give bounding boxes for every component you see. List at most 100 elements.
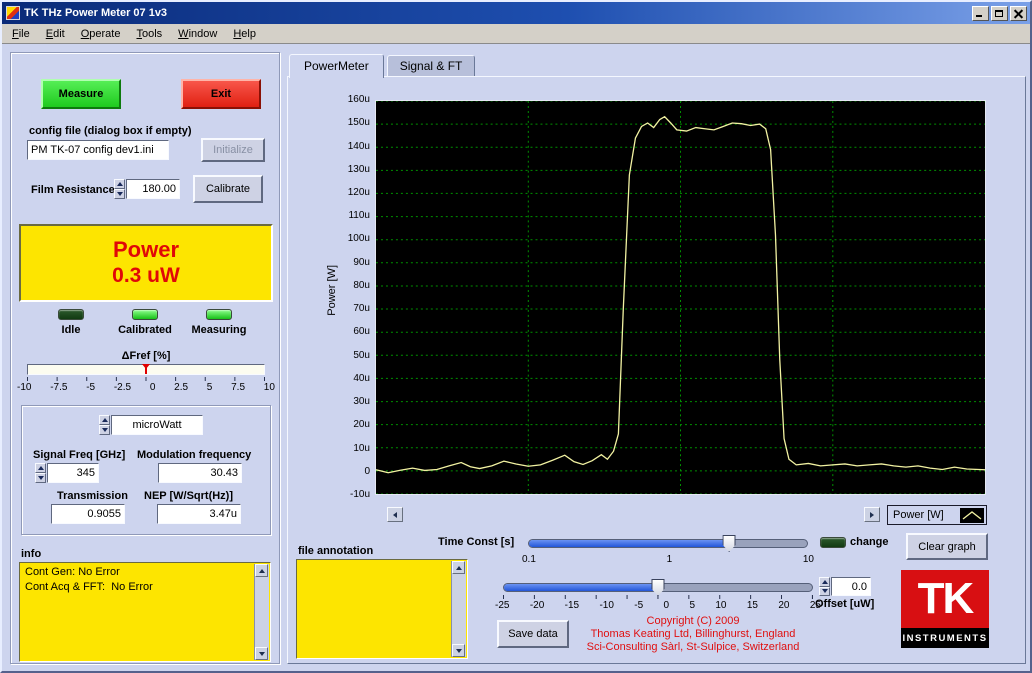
app-icon: [6, 6, 20, 20]
menu-item-edit[interactable]: Edit: [38, 25, 73, 43]
idle-led: [58, 309, 84, 320]
signal-freq-input[interactable]: [47, 463, 99, 483]
led-label-measuring: Measuring: [179, 324, 259, 336]
minimize-button-icon[interactable]: [972, 6, 989, 21]
file-annotation-label: file annotation: [298, 545, 373, 557]
change-led: [820, 537, 846, 548]
plot-legend[interactable]: Power [W]: [887, 505, 987, 525]
exit-button[interactable]: Exit: [181, 79, 261, 109]
powermeter-tab-page: Power [W] 160u150u140u130u120u110u100u90…: [287, 76, 1026, 664]
copyright: Copyright (C) 2009Thomas Keating Ltd, Bi…: [543, 615, 843, 654]
y-axis-ticks: 160u150u140u130u120u110u100u90u80u70u60u…: [334, 100, 370, 495]
calibrate-button[interactable]: Calibrate: [193, 175, 263, 203]
measuring-led: [206, 309, 232, 320]
time-const-fill: [529, 540, 729, 547]
close-button-icon[interactable]: [1010, 6, 1027, 21]
menu-item-tools[interactable]: Tools: [128, 25, 170, 43]
menu-item-operate[interactable]: Operate: [73, 25, 129, 43]
info-label: info: [21, 548, 41, 560]
led-unit-calibrated: Calibrated: [105, 309, 185, 336]
waveform-chart[interactable]: [375, 100, 986, 495]
modulation-freq-label: Modulation frequency: [137, 449, 251, 461]
measure-button[interactable]: Measure: [41, 79, 121, 109]
menu-bar: FileEditOperateToolsWindowHelp: [2, 24, 1030, 44]
offset-slider[interactable]: [503, 583, 813, 592]
spin-down-icon[interactable]: [35, 473, 46, 483]
spin-down-icon[interactable]: [114, 189, 125, 199]
tk-instruments-logo: TK INSTRUMENTS: [901, 570, 989, 648]
power-display-title: Power: [113, 237, 179, 263]
plot-svg: [376, 101, 985, 494]
fref-pointer[interactable]: [145, 365, 147, 374]
film-resistance-spinner[interactable]: [114, 179, 125, 199]
tk-logo-wordmark: INSTRUMENTS: [901, 628, 989, 648]
spin-up-icon[interactable]: [819, 577, 830, 587]
signal-freq-spinner[interactable]: [35, 463, 46, 483]
info-text-area[interactable]: Cont Gen: No ErrorCont Acq & FFT: No Err…: [19, 562, 271, 662]
led-label-calibrated: Calibrated: [105, 324, 185, 336]
config-file-label: config file (dialog box if empty): [29, 125, 192, 137]
offset-fill: [504, 584, 658, 591]
tab-signal-ft[interactable]: Signal & FT: [387, 55, 476, 77]
x-scroll-left-icon[interactable]: [387, 507, 403, 522]
scroll-up-icon[interactable]: [255, 564, 268, 577]
clear-graph-button[interactable]: Clear graph: [906, 533, 988, 560]
spin-down-icon[interactable]: [819, 587, 830, 597]
menu-item-file[interactable]: File: [4, 25, 38, 43]
info-scrollbar[interactable]: [254, 564, 269, 660]
scroll-up-icon[interactable]: [452, 561, 465, 574]
title-bar[interactable]: TK THz Power Meter 07 1v3: [2, 2, 1030, 24]
unit-selector-spinner[interactable]: [99, 415, 110, 435]
led-label-idle: Idle: [31, 324, 111, 336]
maximize-button-icon[interactable]: [991, 6, 1008, 21]
signal-freq-label: Signal Freq [GHz]: [33, 449, 125, 461]
led-row: IdleCalibratedMeasuring: [11, 309, 281, 353]
info-text: Cont Gen: No ErrorCont Acq & FFT: No Err…: [25, 565, 250, 595]
tk-logo-mark: TK: [901, 570, 989, 628]
initialize-button[interactable]: Initialize: [201, 138, 265, 162]
app-window: TK THz Power Meter 07 1v3 FileEditOperat…: [0, 0, 1032, 673]
nep-label: NEP [W/Sqrt(Hz)]: [144, 490, 233, 502]
unit-selector[interactable]: microWatt: [111, 415, 203, 435]
window-title: TK THz Power Meter 07 1v3: [24, 7, 970, 19]
time-const-label: Time Const [s]: [438, 536, 514, 548]
menu-item-help[interactable]: Help: [225, 25, 264, 43]
x-scroll-right-icon[interactable]: [864, 507, 880, 522]
fref-slider[interactable]: [27, 364, 265, 375]
spin-up-icon[interactable]: [114, 179, 125, 189]
config-file-input[interactable]: [27, 140, 169, 160]
time-const-scale: 0.1110: [522, 554, 814, 565]
tab-powermeter[interactable]: PowerMeter: [289, 54, 384, 78]
calibrated-led: [132, 309, 158, 320]
modulation-freq-value: [158, 463, 242, 483]
spin-up-icon[interactable]: [99, 415, 110, 425]
time-const-thumb[interactable]: [723, 535, 736, 552]
film-resistance-label: Film Resistance: [31, 184, 115, 196]
power-display: Power 0.3 uW: [19, 224, 273, 302]
offset-input[interactable]: [831, 577, 871, 596]
offset-spinner[interactable]: [819, 577, 830, 596]
annotation-scrollbar[interactable]: [451, 561, 466, 657]
change-led-label: change: [850, 536, 889, 548]
scroll-down-icon[interactable]: [255, 647, 268, 660]
fref-scale-labels: -10-7.5-5-2.502.557.510: [17, 382, 275, 393]
transmission-label: Transmission: [57, 490, 128, 502]
scroll-down-icon[interactable]: [452, 644, 465, 657]
transmission-value[interactable]: [51, 504, 125, 524]
menu-item-window[interactable]: Window: [170, 25, 225, 43]
file-annotation-area[interactable]: [296, 559, 468, 659]
time-const-slider[interactable]: [528, 539, 808, 548]
power-display-value: 0.3 uW: [112, 263, 180, 289]
spin-down-icon[interactable]: [99, 425, 110, 435]
offset-scale: -25-20-15-10-50510152025: [495, 600, 821, 611]
offset-tick-marks: [503, 595, 813, 599]
nep-value: [157, 504, 241, 524]
spin-up-icon[interactable]: [35, 463, 46, 473]
led-unit-idle: Idle: [31, 309, 111, 336]
tab-strip: PowerMeterSignal & FT: [289, 53, 478, 77]
offset-thumb[interactable]: [652, 579, 665, 596]
offset-label: Offset [uW]: [815, 598, 874, 610]
film-resistance-input[interactable]: [126, 179, 180, 199]
legend-line-swatch: [960, 508, 984, 523]
led-unit-measuring: Measuring: [179, 309, 259, 336]
